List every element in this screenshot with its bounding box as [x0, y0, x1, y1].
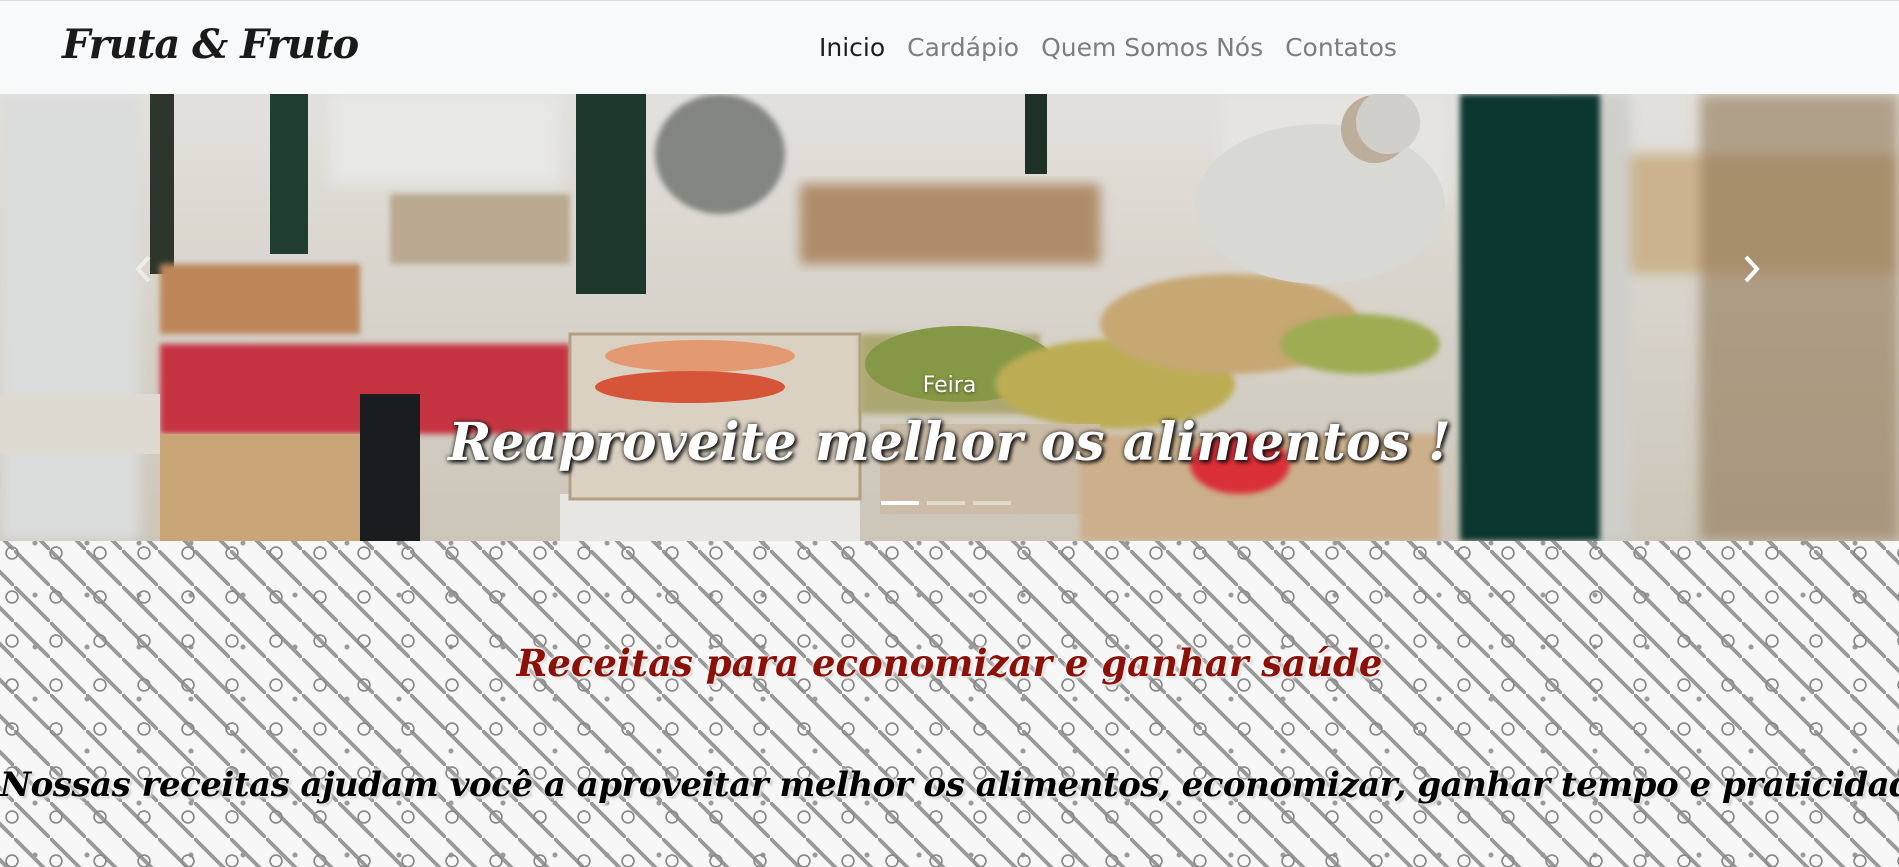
carousel-indicator-1[interactable] — [881, 501, 919, 505]
carousel-caption-title: Reaproveite melhor os alimentos ! — [448, 412, 1451, 473]
recipes-heading: Receitas para economizar e ganhar saúde — [516, 641, 1383, 685]
navbar: Fruta & Fruto Inicio Cardápio Quem Somos… — [0, 0, 1899, 94]
nav-link-cardapio[interactable]: Cardápio — [907, 33, 1019, 62]
recipes-description: Nossas receitas ajudam você a aproveitar… — [0, 765, 1899, 805]
brand-logo[interactable]: Fruta & Fruto — [62, 21, 359, 68]
nav-link-contatos[interactable]: Contatos — [1285, 33, 1397, 62]
carousel-prev-button[interactable] — [123, 249, 163, 289]
hero-carousel: Feira Reaproveite melhor os alimentos ! — [0, 94, 1899, 541]
recipes-section: Receitas para economizar e ganhar saúde … — [0, 541, 1899, 867]
market-photo — [0, 94, 1899, 541]
carousel-caption-subtitle: Feira — [922, 373, 977, 398]
carousel-indicators — [881, 501, 1011, 505]
nav-link-quem-somos[interactable]: Quem Somos Nós — [1041, 33, 1263, 62]
nav-menu: Inicio Cardápio Quem Somos Nós Contatos — [819, 33, 1397, 62]
carousel-next-button[interactable] — [1732, 249, 1772, 289]
chevron-right-icon — [1744, 255, 1760, 283]
carousel-indicator-3[interactable] — [973, 501, 1011, 505]
nav-link-inicio[interactable]: Inicio — [819, 33, 885, 62]
carousel-indicator-2[interactable] — [927, 501, 965, 505]
chevron-left-icon — [135, 255, 151, 283]
